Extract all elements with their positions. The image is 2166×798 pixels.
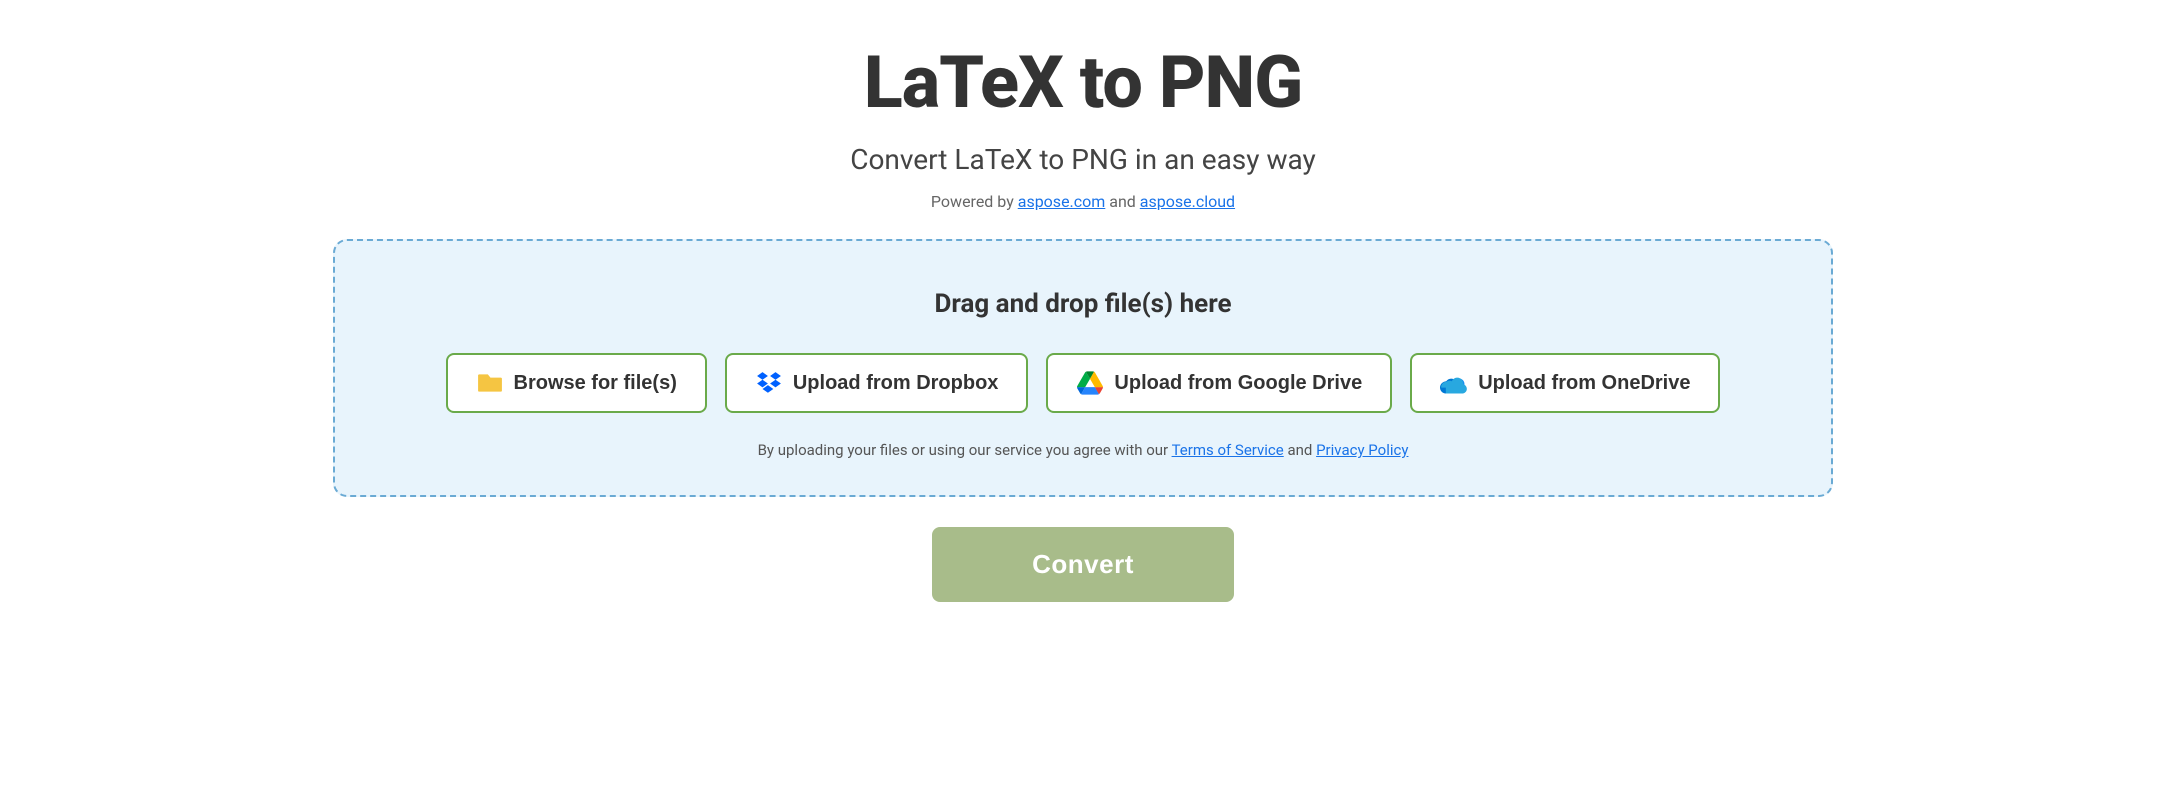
onedrive-button-label: Upload from OneDrive [1478, 372, 1690, 395]
gdrive-icon [1076, 369, 1104, 397]
drag-drop-label: Drag and drop file(s) here [934, 289, 1231, 319]
terms-text: By uploading your files or using our ser… [758, 441, 1409, 459]
page-title: LaTeX to PNG [864, 40, 1303, 125]
powered-by-middle: and [1109, 192, 1140, 211]
powered-by: Powered by aspose.com and aspose.cloud [931, 192, 1235, 211]
folder-icon [476, 369, 504, 397]
gdrive-button-label: Upload from Google Drive [1114, 372, 1362, 395]
convert-button[interactable]: Convert [932, 527, 1234, 602]
browse-button[interactable]: Browse for file(s) [446, 353, 707, 413]
terms-link[interactable]: Terms of Service [1172, 441, 1284, 459]
gdrive-button[interactable]: Upload from Google Drive [1046, 353, 1392, 413]
privacy-link[interactable]: Privacy Policy [1316, 441, 1408, 459]
terms-middle: and [1287, 441, 1316, 459]
onedrive-icon [1440, 369, 1468, 397]
browse-button-label: Browse for file(s) [514, 372, 677, 395]
aspose-cloud-link[interactable]: aspose.cloud [1140, 192, 1235, 211]
upload-buttons-group: Browse for file(s) Upload from Dropbox [446, 353, 1721, 413]
page-subtitle: Convert LaTeX to PNG in an easy way [850, 143, 1316, 176]
aspose-com-link[interactable]: aspose.com [1018, 192, 1106, 211]
dropbox-button[interactable]: Upload from Dropbox [725, 353, 1029, 413]
onedrive-button[interactable]: Upload from OneDrive [1410, 353, 1720, 413]
powered-by-prefix: Powered by [931, 192, 1018, 211]
dropbox-icon [755, 369, 783, 397]
terms-prefix: By uploading your files or using our ser… [758, 441, 1172, 459]
dropbox-button-label: Upload from Dropbox [793, 372, 999, 395]
drop-zone[interactable]: Drag and drop file(s) here Browse for fi… [333, 239, 1833, 497]
